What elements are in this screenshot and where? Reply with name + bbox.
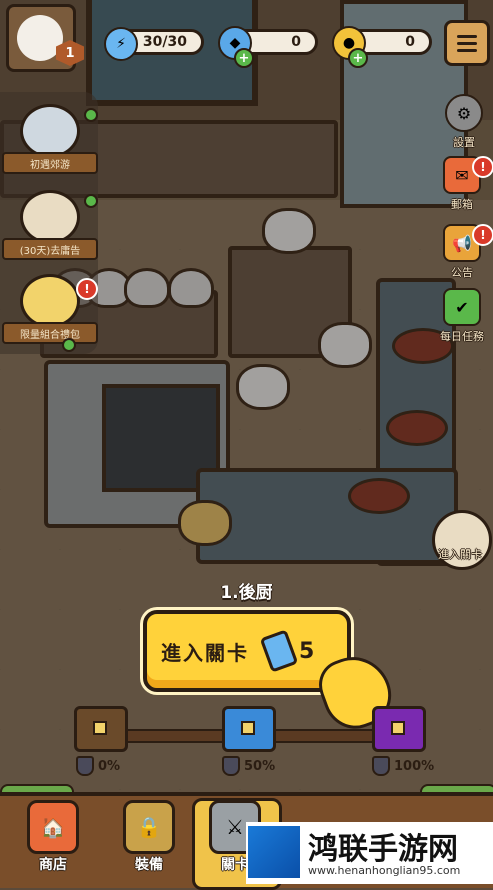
milestone-0: 0% — [76, 756, 120, 776]
tab-equipment[interactable]: 🔒 裝備 — [114, 800, 184, 874]
milestone-label: 100% — [394, 758, 435, 774]
milestone-100: 100% — [372, 756, 434, 776]
add-gems-button[interactable]: + — [234, 48, 254, 68]
notification-dot — [62, 338, 76, 352]
tab-label: 裝備 — [135, 857, 163, 873]
settings-label: 設置 — [453, 136, 475, 149]
shield-icon — [76, 756, 94, 776]
tab-shop[interactable]: 🏠 商店 — [18, 800, 88, 874]
milestone-50: 50% — [222, 756, 275, 776]
picnic-icon — [20, 104, 80, 158]
alert-badge: ! — [472, 224, 493, 246]
shield-icon — [372, 756, 390, 776]
settings-button[interactable]: ⚙ 設置 — [436, 94, 492, 150]
duck-gift-icon — [20, 274, 80, 328]
notification-dot — [84, 194, 98, 208]
enter-stage-side-button[interactable]: 進入關卡 — [432, 544, 488, 562]
mail-label: 郵箱 — [451, 198, 473, 211]
chest-blue[interactable] — [222, 706, 276, 752]
menu-button[interactable] — [444, 20, 490, 66]
shop-icon: 🏠 — [27, 800, 79, 854]
add-coins-button[interactable]: + — [348, 48, 368, 68]
lock-icon: 🔒 — [123, 800, 175, 854]
chest-bronze[interactable] — [74, 706, 128, 752]
tab-label: 商店 — [39, 857, 67, 873]
announcement-label: 公告 — [451, 266, 473, 279]
watermark-text: 鸿联手游网 — [308, 832, 458, 867]
alert-badge: ! — [472, 156, 493, 178]
notification-dot — [84, 108, 98, 122]
gear-icon: ⚙ — [445, 94, 483, 132]
watermark-logo — [248, 826, 300, 878]
milestone-label: 0% — [98, 758, 121, 774]
daily-tasks-label: 每日任務 — [440, 330, 484, 343]
event-label: 初遇郊游 — [2, 152, 98, 174]
chest-purple[interactable] — [372, 706, 426, 752]
no-ads-icon — [20, 190, 80, 244]
stage-title: 1.後厨 — [220, 583, 273, 603]
watermark-url: www.henanhonglian95.com — [308, 864, 461, 877]
energy-cost: 5 — [299, 638, 315, 664]
event-label: (30天)去庸告 — [2, 238, 98, 260]
watermark: 鸿联手游网 www.henanhonglian95.com — [246, 822, 493, 884]
event-label: 限量組合禮包 — [2, 322, 98, 344]
checklist-icon: ✔ — [443, 288, 481, 326]
milestone-label: 50% — [244, 758, 276, 774]
energy-can-icon — [259, 629, 299, 673]
alert-badge: ! — [76, 278, 98, 300]
shield-icon — [222, 756, 240, 776]
enter-stage-label: 進入關卡 — [161, 640, 249, 665]
energy-can-icon: ⚡ — [104, 27, 138, 61]
daily-tasks-button[interactable]: ✔ 每日任務 — [434, 288, 490, 344]
enter-stage-side-label: 進入關卡 — [438, 548, 482, 561]
